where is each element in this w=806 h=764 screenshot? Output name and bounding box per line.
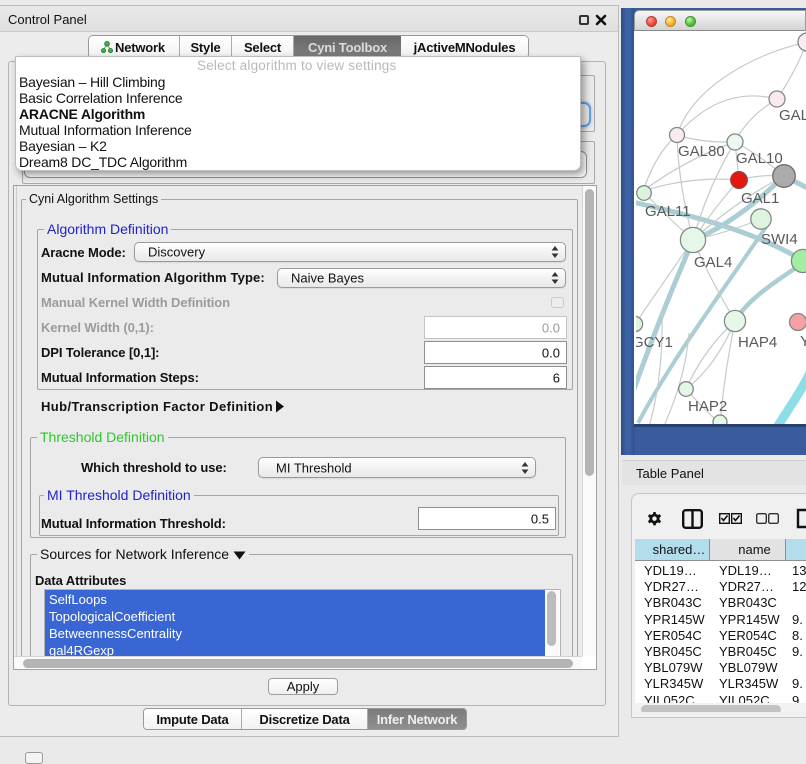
svg-text:GAL11: GAL11 — [645, 203, 691, 220]
svg-text:GAL7: GAL7 — [779, 107, 806, 124]
svg-text:SWI4: SWI4 — [761, 231, 798, 248]
svg-text:HAP2: HAP2 — [688, 398, 727, 415]
svg-text:GAL80: GAL80 — [678, 143, 725, 160]
svg-text:GAL10: GAL10 — [736, 150, 783, 167]
svg-text:HAP4: HAP4 — [738, 334, 777, 351]
svg-text:GCY1: GCY1 — [636, 334, 673, 351]
svg-text:GAL4: GAL4 — [694, 254, 732, 271]
svg-text:GAL1: GAL1 — [741, 190, 779, 207]
svg-text:Y: Y — [800, 333, 806, 350]
